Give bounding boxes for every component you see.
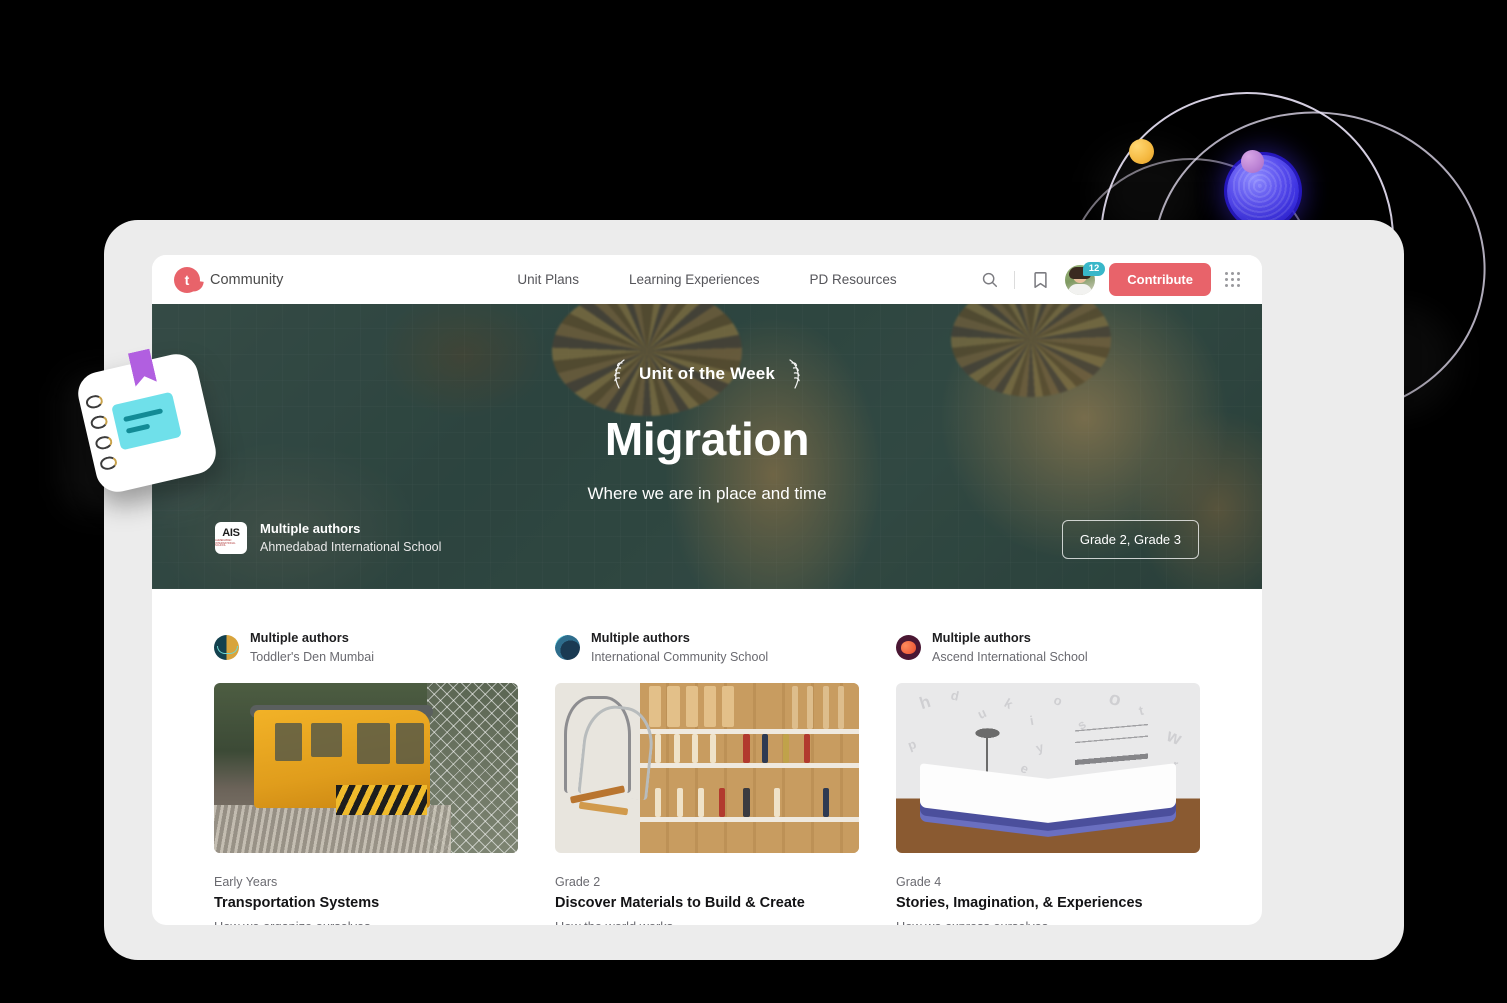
brand-label: Community (210, 272, 283, 288)
yellow-dot-icon (1129, 139, 1154, 164)
card-title: Transportation Systems (214, 895, 518, 911)
laurel-right-icon (787, 359, 803, 389)
nav-item-unit-plans[interactable]: Unit Plans (517, 272, 579, 287)
nav-right-actions: 12 Contribute (978, 263, 1240, 296)
top-navbar: t Community Unit Plans Learning Experien… (152, 255, 1262, 304)
card-author-org: Toddler's Den Mumbai (250, 648, 374, 666)
toddle-logo-icon: t (174, 267, 200, 293)
hero-banner: Unit of the Week Migration Where we are … (152, 304, 1262, 589)
hero-grade-badge[interactable]: Grade 2, Grade 3 (1062, 520, 1199, 559)
logo-letter: t (185, 273, 190, 287)
purple-dot-icon (1241, 150, 1264, 173)
nav-links: Unit Plans Learning Experiences PD Resou… (517, 272, 896, 287)
device-frame: t Community Unit Plans Learning Experien… (104, 220, 1404, 960)
card-eyebrow: Grade 2 (555, 875, 859, 889)
card-author-name: Multiple authors (932, 629, 1088, 648)
hero-author-name: Multiple authors (260, 519, 441, 539)
card-thumbnail-tools[interactable] (555, 683, 859, 853)
card-title: Stories, Imagination, & Experiences (896, 895, 1200, 911)
nav-item-pd-resources[interactable]: PD Resources (810, 272, 897, 287)
nav-divider (1014, 271, 1015, 289)
app-screen: t Community Unit Plans Learning Experien… (152, 255, 1262, 925)
author-avatar-icon (896, 635, 921, 660)
author-avatar-icon (214, 635, 239, 660)
unit-card[interactable]: Multiple authors Ascend International Sc… (896, 629, 1200, 925)
card-author-org: Ascend International School (932, 648, 1088, 666)
author-avatar-icon (555, 635, 580, 660)
ais-school-logo: AIS AHMEDABAD INTERNATIONAL SCHOOL (215, 522, 247, 554)
hero-title: Migration (152, 416, 1262, 462)
card-eyebrow: Grade 4 (896, 875, 1200, 889)
bookmark-icon[interactable] (1029, 269, 1051, 291)
search-icon[interactable] (978, 269, 1000, 291)
card-author-name: Multiple authors (591, 629, 768, 648)
card-description: How we express ourselves (896, 919, 1200, 925)
card-thumbnail-book[interactable]: h d u k i o s o t w p r y e (896, 683, 1200, 853)
nav-item-learning-experiences[interactable]: Learning Experiences (629, 272, 760, 287)
card-title: Discover Materials to Build & Create (555, 895, 859, 911)
card-author-org: International Community School (591, 648, 768, 666)
notification-badge: 12 (1083, 262, 1106, 276)
card-eyebrow: Early Years (214, 875, 518, 889)
card-author: Multiple authors Ascend International Sc… (896, 629, 1200, 666)
hero-author-org: Ahmedabad International School (260, 538, 441, 557)
unit-card[interactable]: Multiple authors Toddler's Den Mumbai E (214, 629, 518, 925)
laurel-left-icon (611, 359, 627, 389)
ais-logo-subtext: AHMEDABAD INTERNATIONAL SCHOOL (215, 540, 247, 548)
card-author-name: Multiple authors (250, 629, 374, 648)
hero-subtitle: Where we are in place and time (152, 484, 1262, 504)
brand[interactable]: t Community (174, 267, 283, 293)
unit-card[interactable]: Multiple authors International Community… (555, 629, 859, 925)
card-thumbnail-train[interactable] (214, 683, 518, 853)
card-author: Multiple authors International Community… (555, 629, 859, 666)
hero-center: Unit of the Week Migration Where we are … (152, 359, 1262, 504)
ais-logo-text: AIS (222, 528, 239, 539)
card-description: How we organize ourselves (214, 919, 518, 925)
avatar[interactable]: 12 (1065, 265, 1095, 295)
unit-card-list: Multiple authors Toddler's Den Mumbai E (152, 589, 1262, 925)
page-background: t Community Unit Plans Learning Experien… (0, 0, 1507, 1003)
contribute-button[interactable]: Contribute (1109, 263, 1211, 296)
unit-of-the-week-label: Unit of the Week (611, 359, 803, 389)
hero-eyebrow-text: Unit of the Week (639, 364, 775, 384)
hero-author: AIS AHMEDABAD INTERNATIONAL SCHOOL Multi… (215, 519, 441, 557)
card-description: How the world works (555, 919, 859, 925)
card-author: Multiple authors Toddler's Den Mumbai (214, 629, 518, 666)
apps-grid-icon[interactable] (1225, 272, 1240, 287)
